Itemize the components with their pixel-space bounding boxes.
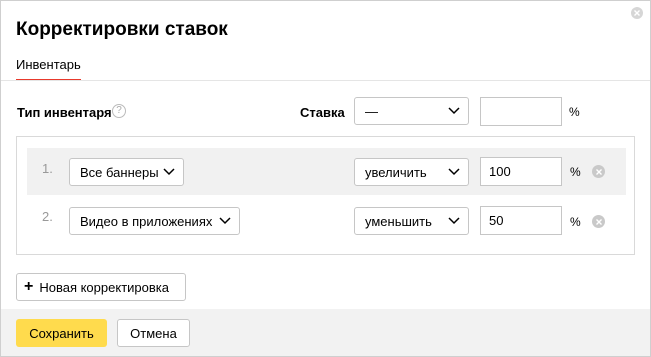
plus-icon: +: [24, 278, 34, 295]
remove-icon[interactable]: [592, 215, 605, 228]
percent-label: %: [569, 105, 580, 119]
rate-select[interactable]: —: [354, 97, 469, 125]
inventory-select-value: Все баннеры: [80, 164, 159, 180]
chevron-down-icon: [448, 168, 460, 176]
list-item: 2. Видео в приложениях уменьшить 50 %: [27, 196, 626, 243]
list-item: 1. Все баннеры увеличить 100 %: [27, 148, 626, 195]
dialog-title: Корректировки ставок: [16, 19, 228, 40]
adjustments-list: 1. Все баннеры увеличить 100 % 2. Видео …: [16, 136, 635, 255]
chevron-down-icon: [448, 107, 460, 115]
action-select[interactable]: уменьшить: [354, 207, 469, 235]
row-number: 1.: [42, 161, 53, 176]
help-icon[interactable]: ?: [112, 104, 126, 118]
header-row: Тип инвентаря ? Ставка — %: [1, 97, 650, 127]
adjustment-value-input[interactable]: 50: [480, 206, 562, 235]
tabs-divider: [1, 80, 650, 81]
new-adjustment-label: Новая корректировка: [39, 279, 169, 295]
rate-label: Ставка: [300, 105, 345, 120]
action-select-value: уменьшить: [365, 213, 432, 229]
action-select-value: увеличить: [365, 164, 427, 180]
row-number: 2.: [42, 209, 53, 224]
save-button[interactable]: Сохранить: [16, 319, 107, 347]
chevron-down-icon: [219, 217, 231, 225]
rate-select-value: —: [365, 103, 378, 119]
inventory-select-value: Видео в приложениях: [80, 213, 213, 229]
remove-icon[interactable]: [592, 165, 605, 178]
adjustment-value-input[interactable]: 100: [480, 157, 562, 186]
inventory-type-label: Тип инвентаря: [17, 105, 112, 120]
new-adjustment-button[interactable]: + Новая корректировка: [16, 273, 186, 301]
percent-label: %: [570, 215, 581, 229]
tab-inventory[interactable]: Инвентарь: [16, 57, 81, 81]
cancel-button[interactable]: Отмена: [117, 319, 190, 347]
percent-label: %: [570, 165, 581, 179]
rate-value-input[interactable]: [480, 97, 562, 126]
bid-adjustments-dialog: Корректировки ставок Инвентарь Тип инвен…: [0, 0, 651, 357]
chevron-down-icon: [448, 217, 460, 225]
close-icon[interactable]: [631, 7, 643, 19]
dialog-footer: Сохранить Отмена: [1, 309, 650, 356]
inventory-select[interactable]: Видео в приложениях: [69, 207, 240, 235]
inventory-select[interactable]: Все баннеры: [69, 158, 184, 186]
chevron-down-icon: [163, 168, 175, 176]
action-select[interactable]: увеличить: [354, 158, 469, 186]
